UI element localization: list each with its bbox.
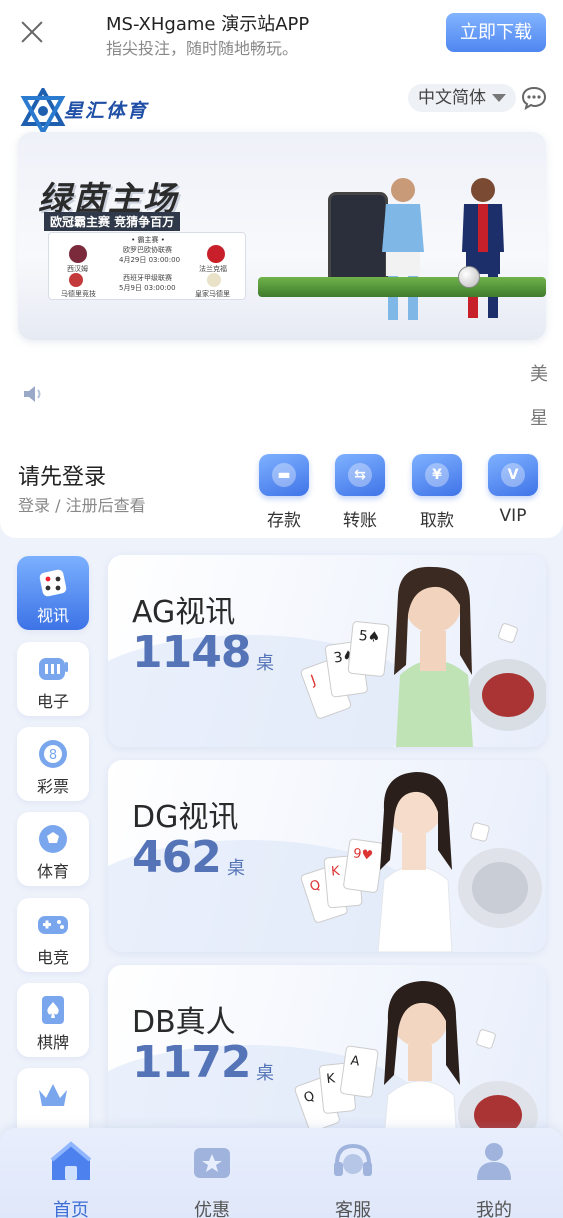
vip-icon: V: [488, 454, 538, 496]
nav-label: 首页: [53, 1200, 89, 1218]
nav-label: 客服: [335, 1200, 371, 1218]
nav-home[interactable]: 首页: [26, 1138, 116, 1218]
table-unit: 桌: [256, 1063, 274, 1084]
gamepad-icon: [38, 916, 68, 934]
game-card-ag[interactable]: AG视讯 1148 桌 J 3♠ 5♠: [108, 555, 546, 747]
user-icon: [477, 1143, 511, 1180]
game-card-dg[interactable]: DG视讯 462 桌 Q K 9♥: [108, 760, 546, 952]
banner-subtitle: 欧冠霸主赛 竞猜争百万: [44, 212, 181, 231]
lottery-ball-icon: 8: [39, 740, 67, 768]
notice-marquee: 美: [530, 364, 548, 385]
game-name: AG视讯: [132, 595, 236, 630]
category-label: 棋牌: [36, 1033, 69, 1052]
pitch-illustration: [258, 277, 546, 297]
game-name: DB真人: [132, 1005, 236, 1040]
category-label: 彩票: [36, 777, 69, 796]
category-tab-lottery[interactable]: 8 彩票: [17, 727, 89, 801]
team-badge-icon: [69, 273, 83, 287]
withdraw-icon: ¥: [412, 454, 462, 496]
category-tab-slots[interactable]: 电子: [17, 642, 89, 716]
category-tab-chess-cards[interactable]: 棋牌: [17, 983, 89, 1057]
dice-icon: [39, 569, 67, 597]
dealer-with-cards-illustration: Q K 9♥: [300, 772, 542, 952]
download-bar-subtitle: 指尖投注，随时随地畅玩。: [106, 39, 299, 58]
category-label: 电竞: [36, 948, 69, 967]
team-badge-icon: [207, 273, 221, 287]
nav-customer-service[interactable]: 客服: [308, 1138, 398, 1218]
match-card-title: • 霸主赛 •: [131, 236, 165, 244]
login-prompt-title[interactable]: 请先登录: [18, 459, 106, 491]
nav-label: 我的: [476, 1200, 512, 1218]
football-icon: [39, 825, 67, 853]
quick-action-label: 取款: [420, 511, 454, 531]
quick-action-withdraw[interactable]: ¥ 取款: [407, 454, 467, 531]
speaker-icon: [24, 386, 41, 402]
close-icon[interactable]: [18, 18, 46, 46]
language-selector[interactable]: 中文简体: [408, 84, 516, 112]
dealer-with-cards-illustration: Q K A: [294, 981, 538, 1135]
game-card-db[interactable]: DB真人 1172 桌 Q K A: [108, 965, 546, 1135]
category-tab-more[interactable]: [17, 1068, 89, 1128]
svg-text:9♥: 9♥: [352, 846, 374, 864]
download-bar-title: MS-XHgame 演示站APP: [106, 14, 310, 35]
table-unit: 桌: [256, 653, 274, 674]
transfer-icon: ⇆: [335, 454, 385, 496]
table-count: 462: [132, 832, 222, 883]
logo-text: 星汇体育: [64, 100, 149, 122]
match-time: 4月29日 03:00:00: [119, 256, 181, 264]
star-logo-icon: [20, 88, 66, 134]
notice-marquee: 星: [530, 408, 548, 429]
table-unit: 桌: [227, 858, 245, 879]
download-button[interactable]: 立即下载: [446, 13, 546, 52]
match-home-team: 马德里竞技: [61, 290, 96, 298]
quick-action-label: VIP: [499, 506, 527, 526]
football-player-illustration: [462, 178, 504, 318]
login-prompt-subtitle[interactable]: 登录 / 注册后查看: [18, 492, 146, 516]
category-tab-esports[interactable]: 电竞: [17, 898, 89, 972]
category-label: 电子: [36, 692, 69, 711]
match-card: • 霸主赛 • 西汉姆 欧罗巴欧协联赛 4月29日 03:00:00 法兰克福 …: [48, 232, 246, 300]
nav-label: 优惠: [194, 1200, 230, 1218]
match-league: 欧罗巴欧协联赛: [123, 246, 172, 254]
nav-promotions[interactable]: 优惠: [167, 1138, 257, 1218]
table-count: 1148: [132, 627, 251, 678]
match-league: 西班牙甲级联赛: [123, 274, 172, 282]
chat-bubble-icon[interactable]: [521, 86, 547, 110]
category-tab-live[interactable]: 视讯: [17, 556, 89, 630]
team-badge-icon: [207, 245, 225, 263]
deposit-icon: ▬: [259, 454, 309, 496]
caret-down-icon: [492, 94, 506, 102]
slot-machine-icon: [39, 658, 68, 680]
category-tab-sports[interactable]: 体育: [17, 812, 89, 886]
table-count: 1172: [132, 1037, 251, 1088]
game-name: DG视讯: [132, 800, 239, 835]
logo: 星汇体育: [20, 88, 180, 134]
hero-section: 星汇体育 中文简体 绿茵主场 欧冠霸主赛 竞猜争百万 • 霸主赛 • 西汉姆 欧…: [0, 66, 563, 538]
crown-icon: [39, 1084, 67, 1106]
match-time: 5月9日 03:00:00: [119, 284, 176, 292]
quick-action-label: 存款: [267, 511, 301, 531]
spade-card-icon: [42, 996, 64, 1024]
category-label: 视讯: [36, 606, 69, 625]
language-label: 中文简体: [418, 88, 486, 108]
dealer-with-cards-illustration: J 3♠ 5♠: [300, 566, 546, 747]
football-player-illustration: [382, 178, 424, 320]
svg-text:5♠: 5♠: [358, 628, 381, 646]
football-icon: [458, 266, 480, 288]
svg-text:8: 8: [49, 748, 57, 763]
gift-ticket-icon: [194, 1148, 230, 1178]
headset-icon: [334, 1143, 372, 1176]
promo-banner[interactable]: 绿茵主场 欧冠霸主赛 竞猜争百万 • 霸主赛 • 西汉姆 欧罗巴欧协联赛 4月2…: [18, 132, 546, 340]
quick-action-vip[interactable]: V VIP: [483, 454, 543, 526]
quick-action-transfer[interactable]: ⇆ 转账: [330, 454, 390, 531]
bottom-nav: 首页 优惠 客服 我的: [0, 1128, 563, 1218]
download-bar: MS-XHgame 演示站APP 指尖投注，随时随地畅玩。 立即下载: [0, 0, 563, 66]
quick-action-label: 转账: [343, 511, 377, 531]
category-label: 体育: [36, 862, 69, 881]
home-icon: [50, 1141, 92, 1180]
quick-action-deposit[interactable]: ▬ 存款: [254, 454, 314, 531]
match-away-team: 皇家马德里: [195, 290, 230, 298]
nav-profile[interactable]: 我的: [449, 1138, 539, 1218]
team-badge-icon: [69, 245, 87, 263]
